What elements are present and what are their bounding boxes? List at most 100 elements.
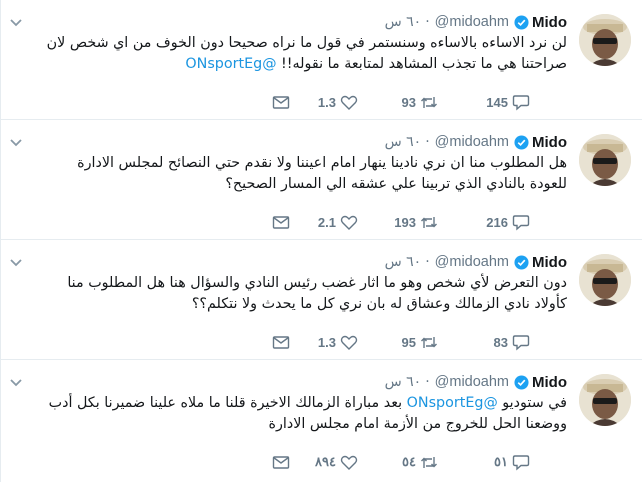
tweet-text: في ستوديو @ONsportEg بعد مباراة الزمالك …	[7, 393, 567, 435]
reply-icon	[512, 214, 530, 231]
tweet-text-line: للعودة بالنادي الذي تربينا علي عشقه الي …	[225, 176, 567, 192]
like-count: 2.1	[317, 214, 336, 230]
like-icon	[340, 215, 358, 230]
display-name[interactable]: Mido	[532, 14, 567, 31]
display-name[interactable]: Mido	[532, 374, 567, 391]
chevron-down-icon[interactable]	[9, 136, 23, 150]
tweet-text-fragment: بعد مباراة الزمالك الاخيرة قلنا ما ملاه …	[48, 395, 403, 411]
chevron-down-icon[interactable]	[9, 376, 23, 390]
retweet-count: 93	[401, 94, 416, 110]
retweet-button[interactable]: 193	[358, 214, 438, 231]
direct-message-button[interactable]	[268, 454, 290, 471]
mention-link[interactable]: @ONsportEg	[407, 395, 498, 411]
reply-icon	[512, 94, 530, 111]
tweet-actions: 83 95 1.3	[110, 332, 530, 352]
timestamp[interactable]: ٦٠ س	[385, 14, 422, 30]
handle[interactable]: @midoahm	[435, 374, 509, 390]
separator-dot: ·	[425, 134, 430, 150]
direct-message-button[interactable]	[268, 214, 290, 231]
tweet-text-fragment: في ستوديو	[497, 395, 567, 411]
tweet-header: Mido @midoahm · ٦٠ س	[385, 251, 567, 273]
reply-count: 216	[486, 214, 508, 230]
display-name[interactable]: Mido	[532, 134, 567, 151]
display-name[interactable]: Mido	[532, 254, 567, 271]
avatar[interactable]	[579, 254, 631, 306]
tweet-text-line: هل المطلوب منا ان نري نادينا ينهار امام …	[77, 155, 567, 171]
tweet-actions: 216 193 2.1	[110, 212, 530, 232]
like-count: ٨٩٤	[315, 454, 336, 469]
direct-message-button[interactable]	[268, 94, 290, 111]
direct-message-icon	[272, 335, 290, 349]
timeline: Mido @midoahm · ٦٠ س لن نرد الاساءه بالا…	[0, 0, 642, 482]
reply-button[interactable]: 216	[438, 214, 530, 231]
reply-icon	[512, 334, 530, 351]
tweet-actions: 145 93 1.3	[110, 92, 530, 112]
like-icon	[340, 455, 358, 470]
verified-badge-icon	[514, 374, 529, 390]
direct-message-icon	[272, 455, 290, 469]
tweet-text-line: لن نرد الاساءه بالاساءه وسنستمر في قول م…	[46, 35, 567, 51]
separator-dot: ·	[425, 374, 430, 390]
tweet-text: لن نرد الاساءه بالاساءه وسنستمر في قول م…	[7, 33, 567, 75]
direct-message-icon	[272, 95, 290, 109]
retweet-icon	[421, 336, 437, 348]
like-button[interactable]: 1.3	[290, 334, 358, 351]
verified-badge-icon	[514, 254, 529, 270]
chevron-down-icon[interactable]	[9, 16, 23, 30]
reply-count: 145	[486, 94, 508, 110]
reply-button[interactable]: 145	[438, 94, 530, 111]
separator-dot: ·	[425, 254, 430, 270]
retweet-icon	[421, 96, 437, 108]
retweet-button[interactable]: 93	[358, 94, 438, 111]
verified-badge-icon	[514, 134, 529, 150]
like-icon	[340, 335, 358, 350]
tweet-text: هل المطلوب منا ان نري نادينا ينهار امام …	[7, 153, 567, 195]
avatar[interactable]	[579, 134, 631, 186]
tweet-text-fragment: صراحتنا هي ما تجذب المشاهد لمتابعة ما نق…	[276, 56, 567, 72]
timestamp[interactable]: ٦٠ س	[385, 374, 422, 390]
timestamp[interactable]: ٦٠ س	[385, 134, 422, 150]
retweet-button[interactable]: ٥٤	[358, 454, 438, 471]
verified-badge-icon	[514, 14, 529, 30]
like-button[interactable]: ٨٩٤	[290, 454, 358, 471]
tweet[interactable]: Mido @midoahm · ٦٠ س دون التعرض لأي شخص …	[1, 240, 642, 360]
tweet-header: Mido @midoahm · ٦٠ س	[385, 371, 567, 393]
retweet-button[interactable]: 95	[358, 334, 438, 351]
avatar[interactable]	[579, 374, 631, 426]
mention-link[interactable]: @ONsportEg	[185, 56, 276, 72]
handle[interactable]: @midoahm	[435, 254, 509, 270]
tweet[interactable]: Mido @midoahm · ٦٠ س هل المطلوب منا ان ن…	[1, 120, 642, 240]
tweet[interactable]: Mido @midoahm · ٦٠ س في ستوديو @ONsportE…	[1, 360, 642, 482]
handle[interactable]: @midoahm	[435, 134, 509, 150]
tweet-text-line: دون التعرض لأي شخص وهو ما اثار غضب رئيس …	[67, 275, 567, 291]
reply-count: 83	[493, 334, 508, 350]
tweet-header: Mido @midoahm · ٦٠ س	[385, 131, 567, 153]
chevron-down-icon[interactable]	[9, 256, 23, 270]
retweet-icon	[421, 456, 437, 468]
like-button[interactable]: 2.1	[290, 214, 358, 231]
reply-icon	[512, 454, 530, 471]
retweet-count: ٥٤	[402, 454, 416, 469]
tweet-text-line: كأولاد نادي الزمالك وعشاق له بان نري كل …	[191, 296, 567, 312]
avatar[interactable]	[579, 14, 631, 66]
like-count: 1.3	[317, 334, 336, 350]
tweet-actions: ٥١ ٥٤ ٨٩٤	[110, 452, 530, 472]
like-count: 1.3	[317, 94, 336, 110]
separator-dot: ·	[425, 14, 430, 30]
tweet-text-line: ووضعنا الحل للخروج من الأزمة امام مجلس ا…	[268, 416, 568, 432]
tweet[interactable]: Mido @midoahm · ٦٠ س لن نرد الاساءه بالا…	[1, 0, 642, 120]
retweet-count: 95	[401, 334, 416, 350]
tweet-text-line: في ستوديو @ONsportEg بعد مباراة الزمالك …	[7, 393, 567, 414]
timestamp[interactable]: ٦٠ س	[385, 254, 422, 270]
reply-button[interactable]: ٥١	[438, 454, 530, 471]
like-icon	[340, 95, 358, 110]
direct-message-button[interactable]	[268, 334, 290, 351]
tweet-text: دون التعرض لأي شخص وهو ما اثار غضب رئيس …	[7, 273, 567, 315]
tweet-text-line: صراحتنا هي ما تجذب المشاهد لمتابعة ما نق…	[7, 54, 567, 75]
like-button[interactable]: 1.3	[290, 94, 358, 111]
direct-message-icon	[272, 215, 290, 229]
reply-button[interactable]: 83	[438, 334, 530, 351]
handle[interactable]: @midoahm	[435, 14, 509, 30]
reply-count: ٥١	[494, 454, 508, 469]
retweet-count: 193	[394, 214, 416, 230]
